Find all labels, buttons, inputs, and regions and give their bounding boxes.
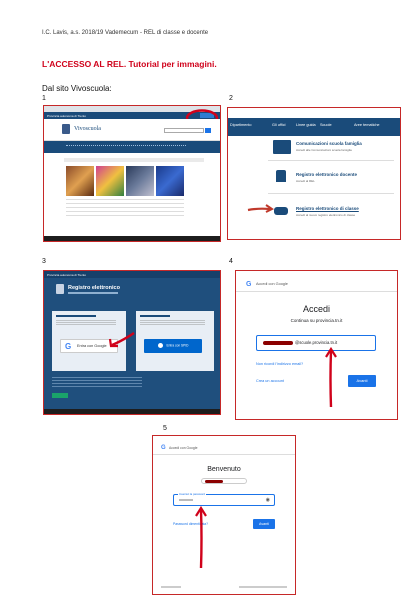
- welcome-heading: Benvenuto: [207, 466, 241, 473]
- next-button[interactable]: Avanti: [348, 375, 376, 387]
- group-icon: [274, 207, 288, 215]
- screenshot-registro-menu: Dipartimento Gli uffici Linee guida Scuo…: [227, 107, 401, 240]
- search-input[interactable]: [164, 128, 204, 133]
- email-field[interactable]: @scuole.provincia.tn.it: [256, 335, 376, 351]
- annotation-arrow-icon: [195, 506, 207, 569]
- google-signin-label: Accedi con Google: [256, 282, 288, 286]
- menu-item-title[interactable]: Registro elettronico di classe: [296, 206, 359, 211]
- menu-item-title[interactable]: Comunicazioni scuola famiglia: [296, 141, 362, 146]
- help-button[interactable]: [52, 393, 68, 398]
- google-logo-icon: G: [246, 281, 252, 288]
- screenshot-vivoscuola-home: Provincia autonoma di Trento Vivoscuola: [43, 105, 221, 242]
- site-logo: Vivoscuola: [74, 126, 101, 132]
- annotation-arrow-icon: [325, 347, 337, 408]
- teacher-icon: [276, 170, 286, 182]
- search-icon[interactable]: [205, 128, 211, 133]
- nav-item[interactable]: Dipartimento: [230, 123, 252, 127]
- trento-coat-of-arms-icon: [62, 124, 70, 134]
- next-button[interactable]: Avanti: [253, 519, 275, 529]
- show-password-icon[interactable]: ◉: [266, 497, 270, 503]
- nav-item[interactable]: Scuole: [320, 123, 332, 127]
- news-image[interactable]: [96, 166, 124, 196]
- annotation-arrow-icon: [108, 332, 135, 348]
- create-account-link[interactable]: Crea un account: [256, 379, 284, 383]
- document-header: I.C. Lavis, a.s. 2018/19 Vademecum - REL…: [42, 30, 209, 36]
- step-number-2: 2: [229, 95, 233, 102]
- screenshot-registro-login: Provincia autonoma di Trento Registro el…: [43, 270, 221, 415]
- google-logo-icon: G: [161, 445, 166, 451]
- menu-item-desc: Accedi alle Comunicazioni scuola famigli…: [296, 148, 352, 152]
- news-image[interactable]: [66, 166, 94, 196]
- portal-bar: Provincia autonoma di Trento: [44, 271, 220, 278]
- step-number-1: 1: [42, 95, 46, 102]
- nav-item[interactable]: Aree tematiche: [354, 123, 380, 127]
- document-subtitle: Dal sito Vivoscuola:: [42, 84, 112, 93]
- google-logo-icon: G: [65, 342, 72, 351]
- user-icon: [157, 343, 163, 348]
- spid-login-card: Entra con SPID: [136, 311, 214, 371]
- menu-item-desc: Accedi al nuovo registro elettronico di …: [296, 213, 356, 217]
- os-taskbar: [44, 409, 220, 414]
- redaction-scribble: [263, 341, 293, 345]
- os-taskbar: [44, 236, 220, 241]
- news-image[interactable]: [126, 166, 154, 196]
- nav-item[interactable]: Gli uffici: [272, 123, 285, 127]
- document-icon: [273, 140, 291, 154]
- step-number-5: 5: [163, 425, 167, 432]
- menu-item-title[interactable]: Registro elettronico docente: [296, 172, 357, 177]
- signin-subheading: Continua su provincia.tn.it: [290, 318, 343, 323]
- account-chip[interactable]: [201, 478, 247, 484]
- main-navigation[interactable]: [44, 141, 220, 153]
- redaction-scribble: [205, 480, 223, 483]
- top-navigation[interactable]: Dipartimento Gli uffici Linee guida Scuo…: [228, 118, 400, 136]
- step-number-3: 3: [42, 258, 46, 265]
- news-image[interactable]: [156, 166, 184, 196]
- screenshot-google-password: G Accedi con Google Benvenuto Inserisci …: [152, 435, 296, 595]
- screenshot-google-email: G Accedi con Google Accedi Continua su p…: [235, 270, 398, 420]
- annotation-arrow-icon: [247, 204, 274, 213]
- trento-coat-of-arms-icon: [56, 284, 64, 294]
- google-signin-label: Accedi con Google: [169, 446, 198, 450]
- forgot-email-link[interactable]: Non ricordi l'indirizzo email?: [256, 362, 303, 366]
- spid-signin-button[interactable]: Entra con SPID: [144, 339, 202, 353]
- password-field[interactable]: Inserisci la password ◉: [173, 492, 275, 506]
- signin-heading: Accedi: [302, 304, 330, 314]
- nav-item[interactable]: Linee guida: [296, 123, 316, 127]
- document-title: L'ACCESSO AL REL. Tutorial per immagini.: [42, 59, 217, 69]
- document-page: I.C. Lavis, a.s. 2018/19 Vademecum - REL…: [0, 0, 412, 606]
- step-number-4: 4: [229, 258, 233, 265]
- app-title: Registro elettronico: [68, 285, 120, 291]
- menu-item-desc: Accedi al REL: [296, 179, 315, 183]
